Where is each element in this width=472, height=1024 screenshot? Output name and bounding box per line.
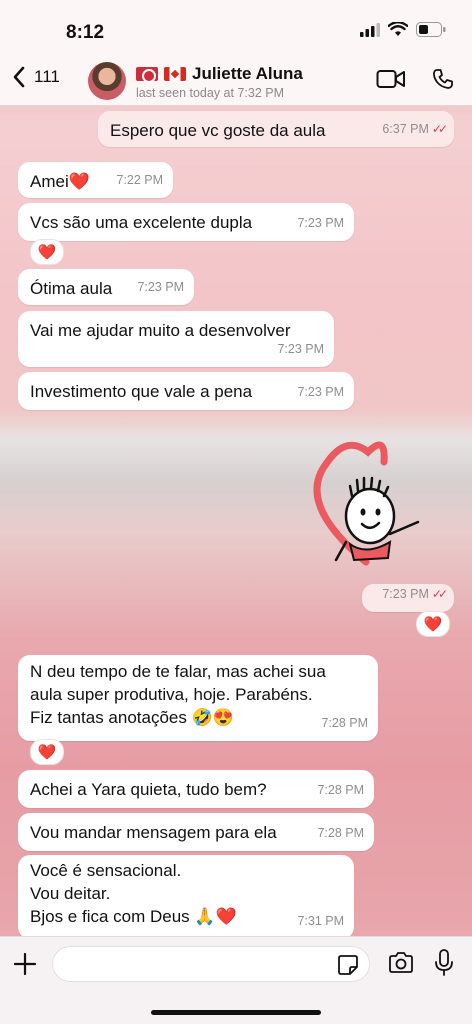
message-time: 7:23 PM	[297, 385, 344, 399]
message-time: 7:28 PM	[321, 716, 368, 730]
reaction-badge[interactable]: ❤️	[416, 611, 450, 637]
message-outgoing[interactable]: Espero que vc goste da aula 6:37 PM ✓✓	[98, 111, 454, 147]
last-seen: last seen today at 7:32 PM	[136, 86, 285, 100]
message-text: Amei❤️	[30, 172, 90, 191]
message-line: Você é sensacional.	[30, 861, 182, 880]
message-outgoing[interactable]: 7:23 PM ✓✓	[362, 584, 454, 612]
message-text: Ótima aula	[30, 279, 113, 298]
video-call-icon[interactable]	[376, 69, 406, 89]
message-text: Achei a Yara quieta, tudo bem?	[30, 780, 267, 799]
message-text: Investimento que vale a pena	[30, 382, 253, 401]
message-incoming[interactable]: Ótima aula 7:23 PM	[18, 269, 194, 305]
message-incoming[interactable]: Amei❤️ 7:22 PM	[18, 162, 173, 198]
double-check-icon: ✓✓	[431, 122, 448, 136]
message-time: 7:28 PM	[317, 826, 364, 840]
sticker[interactable]	[306, 434, 436, 574]
battery-icon	[416, 22, 446, 37]
message-text: Espero que vc goste da aula	[110, 121, 326, 140]
signal-icon	[360, 22, 380, 37]
message-line: Bjos e fica com Deus 🙏❤️	[30, 907, 237, 926]
message-incoming[interactable]: Vou mandar mensagem para ela 7:28 PM	[18, 813, 374, 851]
message-incoming[interactable]: Vcs são uma excelente dupla 7:23 PM	[18, 203, 354, 241]
message-text: Vai me ajudar muito a desenvolver	[30, 321, 291, 340]
message-time: 7:28 PM	[317, 783, 364, 797]
back-button[interactable]: 111	[12, 66, 60, 88]
double-check-icon: ✓✓	[431, 587, 448, 601]
chevron-left-icon	[13, 66, 25, 88]
contact-info[interactable]: Juliette Aluna last seen today at 7:32 P…	[136, 64, 303, 100]
message-time: 7:22 PM	[116, 173, 163, 187]
message-text: Vcs são uma excelente dupla	[30, 213, 253, 232]
chat-header: 111 Juliette Aluna last seen today at 7:…	[0, 56, 472, 106]
message-line: Vou deitar.	[30, 884, 111, 903]
heart-icon: ❤️	[37, 744, 57, 761]
status-time: 8:12	[66, 22, 105, 43]
reaction-badge[interactable]: ❤️	[30, 239, 64, 265]
microphone-icon[interactable]	[434, 949, 454, 977]
wifi-icon	[388, 22, 408, 36]
message-time: 7:23 PM	[382, 587, 429, 601]
unread-count: 111	[34, 67, 60, 86]
camera-icon[interactable]	[388, 952, 414, 974]
reaction-badge[interactable]: ❤️	[30, 739, 64, 765]
message-incoming[interactable]: Achei a Yara quieta, tudo bem? 7:28 PM	[18, 770, 374, 808]
message-time: 7:23 PM	[277, 342, 324, 356]
message-incoming[interactable]: N deu tempo de te falar, mas achei sua a…	[18, 655, 378, 741]
message-input[interactable]	[52, 946, 370, 982]
contact-name: Juliette Aluna	[192, 64, 303, 83]
message-time: 7:31 PM	[297, 914, 344, 928]
message-time: 7:23 PM	[297, 216, 344, 230]
message-incoming[interactable]: Você é sensacional. Vou deitar. Bjos e f…	[18, 855, 354, 939]
message-line: aula super produtiva, hoje. Parabéns.	[30, 685, 313, 704]
phone-icon[interactable]	[432, 68, 454, 90]
status-bar: 8:12	[0, 0, 472, 56]
heart-icon: ❤️	[37, 244, 57, 261]
status-icons	[360, 22, 446, 37]
canada-flag-icon	[164, 67, 186, 81]
home-indicator	[151, 1010, 321, 1015]
message-line: N deu tempo de te falar, mas achei sua	[30, 662, 326, 681]
message-incoming[interactable]: Vai me ajudar muito a desenvolver 7:23 P…	[18, 311, 334, 367]
flag-icon	[136, 67, 158, 83]
message-time: 7:23 PM	[137, 280, 184, 294]
message-incoming[interactable]: Investimento que vale a pena 7:23 PM	[18, 372, 354, 410]
message-time: 6:37 PM	[382, 122, 429, 136]
heart-icon: ❤️	[423, 616, 443, 633]
sticker-icon[interactable]	[337, 954, 359, 976]
message-line: Fiz tantas anotações 🤣😍	[30, 708, 234, 727]
plus-icon[interactable]	[14, 953, 36, 975]
message-text: Vou mandar mensagem para ela	[30, 823, 277, 842]
avatar[interactable]	[88, 62, 126, 100]
